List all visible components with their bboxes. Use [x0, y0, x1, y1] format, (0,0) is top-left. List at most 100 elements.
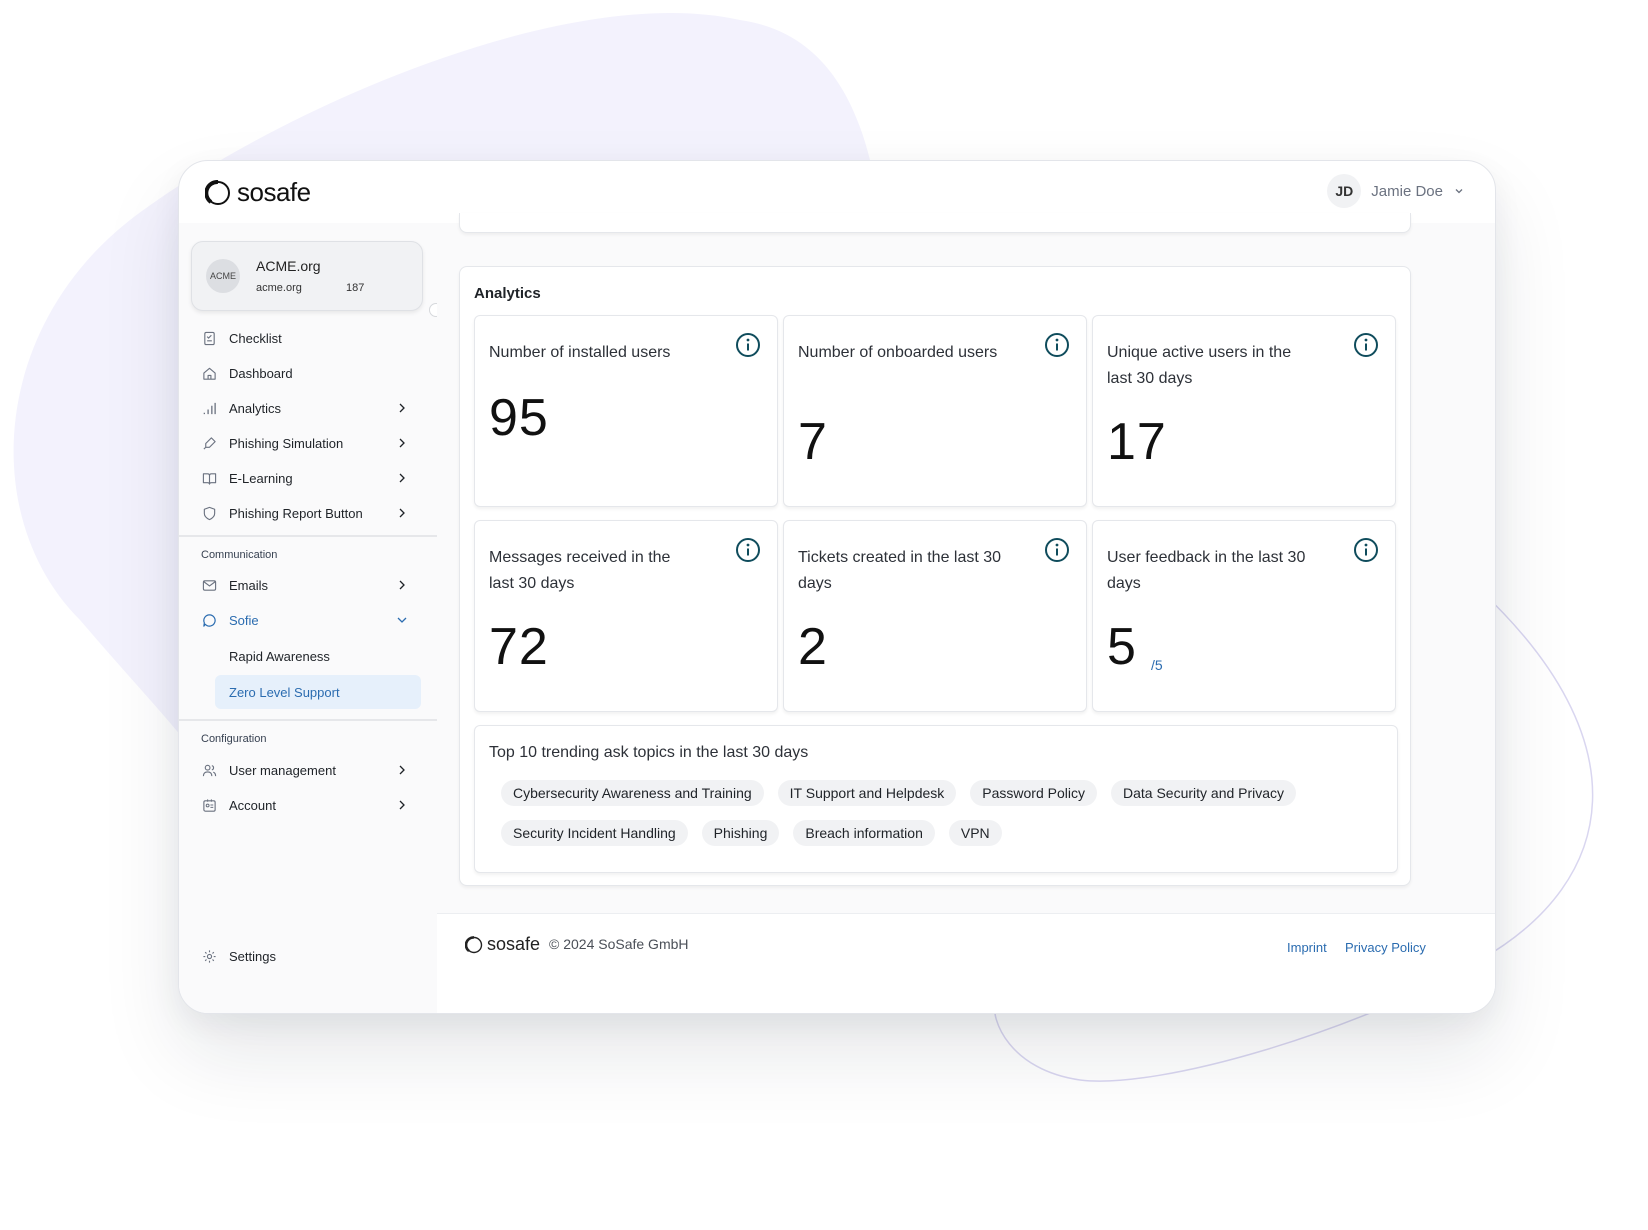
chevron-right-icon: [399, 765, 405, 775]
sidebar-item-label: Phishing Simulation: [229, 435, 344, 451]
users-icon: [201, 762, 217, 778]
sidebar-item-account[interactable]: Account: [201, 790, 415, 820]
sidebar-subitem-rapid-awareness[interactable]: Rapid Awareness: [215, 639, 421, 673]
sidebar-item-phishing-report-button[interactable]: Phishing Report Button: [201, 498, 415, 528]
stat-value: 2: [798, 618, 828, 676]
org-user-count: 187: [346, 282, 365, 294]
trending-topics-card: Top 10 trending ask topics in the last 3…: [474, 725, 1398, 873]
analytics-panel: Analytics Number of installed users 95 N…: [459, 266, 1411, 886]
stat-label: Number of installed users: [489, 344, 671, 361]
chevron-right-icon: [399, 438, 405, 448]
stat-label: User feedback in the last 30 days: [1107, 549, 1306, 592]
topic-chip-list: Cybersecurity Awareness and Training IT …: [501, 780, 1381, 846]
sidebar-item-checklist[interactable]: Checklist: [201, 323, 415, 353]
footer: sosafe © 2024 SoSafe GmbH Imprint Privac…: [437, 913, 1495, 1013]
stat-card-unique-active-users: Unique active users in the last 30 days …: [1092, 315, 1396, 507]
footer-logo: sosafe: [465, 934, 540, 955]
topic-chip[interactable]: Password Policy: [970, 780, 1097, 806]
topic-chip[interactable]: VPN: [948, 820, 1002, 846]
stat-value: 72: [489, 618, 549, 676]
stat-card-onboarded-users: Number of onboarded users 7: [783, 315, 1087, 507]
stat-card-messages-received: Messages received in the last 30 days 72: [474, 520, 778, 712]
sidebar-item-analytics[interactable]: Analytics: [201, 393, 415, 423]
topic-chip[interactable]: Breach information: [793, 820, 935, 846]
user-menu[interactable]: JD Jamie Doe: [1327, 174, 1465, 208]
sidebar-item-sofie[interactable]: Sofie: [201, 605, 415, 635]
stat-value: 17: [1107, 413, 1167, 471]
sidebar-item-label: Dashboard: [229, 365, 293, 381]
stat-value: 95: [489, 389, 549, 447]
stat-value: 7: [798, 413, 828, 471]
sidebar-item-phishing-simulation[interactable]: Phishing Simulation: [201, 428, 415, 458]
sidebar-item-settings[interactable]: Settings: [201, 941, 415, 971]
chevron-right-icon: [399, 473, 405, 483]
book-icon: [201, 470, 217, 486]
shield-icon: [201, 505, 217, 521]
info-icon[interactable]: [735, 332, 761, 358]
copyright-text: © 2024 SoSafe GmbH: [549, 936, 689, 952]
org-domain: acme.org: [256, 282, 302, 294]
stat-card-installed-users: Number of installed users 95: [474, 315, 778, 507]
org-logo: ACME: [206, 259, 240, 293]
sidebar: ACME ACME.org acme.org 187 Checklist Das…: [179, 223, 443, 1013]
sidebar-item-label: E-Learning: [229, 470, 293, 486]
gear-icon: [201, 948, 217, 964]
hook-icon: [201, 435, 217, 451]
sidebar-item-label: Checklist: [229, 330, 282, 346]
sidebar-item-emails[interactable]: Emails: [201, 570, 415, 600]
main-content: Analytics Number of installed users 95 N…: [437, 213, 1495, 1013]
imprint-link[interactable]: Imprint: [1287, 940, 1327, 955]
sidebar-subitem-zero-level-support[interactable]: Zero Level Support: [215, 675, 421, 709]
org-switcher[interactable]: ACME ACME.org acme.org 187: [191, 241, 423, 311]
stat-value: 5: [1107, 618, 1137, 676]
privacy-policy-link[interactable]: Privacy Policy: [1345, 940, 1426, 955]
brand-name: sosafe: [237, 177, 311, 207]
topic-chip[interactable]: Phishing: [701, 820, 780, 846]
chevron-right-icon: [399, 508, 405, 518]
sosafe-logo-icon: [465, 935, 483, 953]
chat-icon: [201, 612, 217, 628]
sidebar-item-label: Sofie: [229, 612, 259, 628]
info-icon[interactable]: [1044, 537, 1070, 563]
topic-chip[interactable]: Cybersecurity Awareness and Training: [501, 780, 764, 806]
info-icon[interactable]: [1353, 537, 1379, 563]
home-icon: [201, 365, 217, 381]
info-icon[interactable]: [735, 537, 761, 563]
analytics-title: Analytics: [474, 285, 541, 302]
brand-logo[interactable]: sosafe: [205, 177, 311, 208]
sidebar-item-label: Emails: [229, 577, 269, 593]
sidebar-item-label: Settings: [229, 948, 276, 964]
sidebar-item-dashboard[interactable]: Dashboard: [201, 358, 415, 388]
topic-chip[interactable]: Data Security and Privacy: [1110, 780, 1297, 806]
stat-label: Tickets created in the last 30 days: [798, 549, 1002, 592]
chevron-right-icon: [399, 800, 405, 810]
section-label-configuration: Configuration: [201, 733, 267, 745]
stat-value-suffix: /5: [1151, 657, 1163, 673]
sosafe-logo-icon: [205, 179, 230, 205]
chevron-right-icon: [399, 580, 405, 590]
mail-icon: [201, 577, 217, 593]
user-name: Jamie Doe: [1371, 182, 1443, 200]
sidebar-item-e-learning[interactable]: E-Learning: [201, 463, 415, 493]
section-label-communication: Communication: [201, 549, 278, 561]
chevron-down-icon: [1455, 189, 1463, 194]
sidebar-item-label: Phishing Report Button: [229, 505, 363, 521]
stat-card-user-feedback: User feedback in the last 30 days 5 /5: [1092, 520, 1396, 712]
info-icon[interactable]: [1353, 332, 1379, 358]
topics-title: Top 10 trending ask topics in the last 3…: [489, 744, 809, 761]
divider: [179, 535, 437, 537]
chevron-down-icon: [397, 617, 407, 623]
footer-brand-name: sosafe: [487, 934, 541, 954]
checklist-icon: [201, 330, 217, 346]
topic-chip[interactable]: Security Incident Handling: [501, 820, 688, 846]
id-card-icon: [201, 797, 217, 813]
chevron-right-icon: [399, 403, 405, 413]
info-icon[interactable]: [1044, 332, 1070, 358]
topic-chip[interactable]: IT Support and Helpdesk: [777, 780, 957, 806]
app-window: sosafe JD Jamie Doe ACME ACME.org acme.o…: [178, 160, 1496, 1014]
stat-label: Number of onboarded users: [798, 344, 998, 361]
previous-section-card: [459, 213, 1411, 233]
divider: [179, 719, 437, 721]
org-name: ACME.org: [256, 258, 321, 274]
sidebar-item-user-management[interactable]: User management: [201, 755, 415, 785]
